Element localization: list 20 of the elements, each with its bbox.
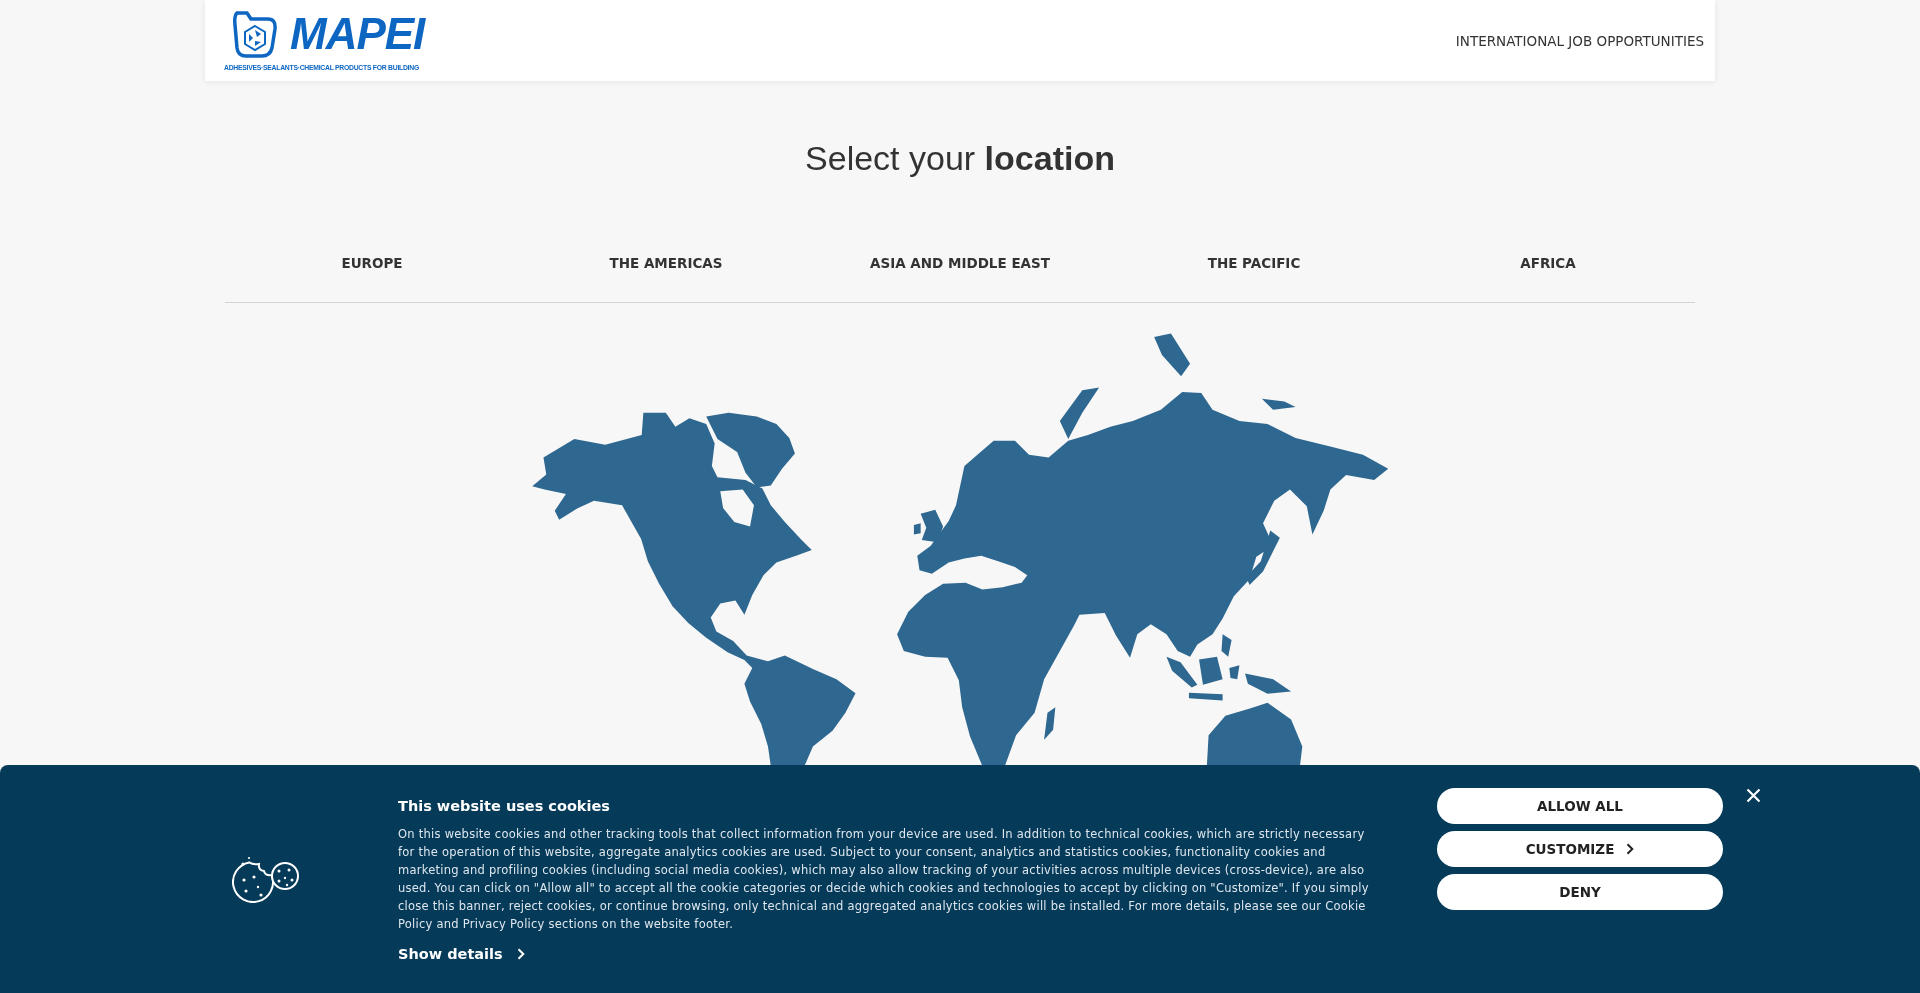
page-title: Select your location xyxy=(805,138,1115,178)
show-details-link[interactable]: Show details xyxy=(398,944,525,964)
region-tab[interactable]: THE AMERICAS xyxy=(609,241,723,285)
consent-button[interactable]: CUSTOMIZE xyxy=(1437,831,1723,867)
region-tab[interactable]: EUROPE xyxy=(341,241,403,285)
consent-button[interactable]: DENY xyxy=(1437,874,1723,910)
region-tab[interactable]: THE PACIFIC xyxy=(1207,241,1301,285)
region-tab[interactable]: ASIA AND MIDDLE EAST xyxy=(870,241,1050,285)
logo-emblem-icon xyxy=(232,9,278,58)
chevron-right-icon xyxy=(516,948,525,960)
nav-link[interactable]: INTERNATIONAL JOB OPPORTUNITIES xyxy=(1455,32,1704,49)
cookie-banner-title: This website uses cookies xyxy=(398,797,610,816)
consent-button[interactable]: ALLOW ALL xyxy=(1437,788,1723,824)
chevron-right-icon xyxy=(1626,843,1635,855)
cookie-banner-text: On this website cookies and other tracking tools that collect information from your device are used. In addition to technical cookies, which are strictly necessary for the operation of this website, aggregate analytics cookies are used. Subject to your consent, analytics and statistics cookies, functionality cookies and marketing and profiling cookies (including social media cookies), which may also allow tracking of your activities across multiple devices (cross-device), are also used. You can click on "Allow all" to accept all the cookie categories or decide which cookies and technologies to accept by clicking on "Customize". If you simply close this banner, reject cookies, or continue browsing, only technical and aggregated analytics cookies will be installed. For more details, please see our Cookie Policy and Privacy Policy sections on the website footer. xyxy=(398,826,1370,933)
close-icon xyxy=(1746,788,1761,803)
logo-wordmark: MAPEI xyxy=(290,13,425,54)
region-tab[interactable]: AFRICA xyxy=(1520,241,1576,285)
cookies-icon xyxy=(232,855,300,903)
close-button[interactable] xyxy=(1746,788,1761,803)
